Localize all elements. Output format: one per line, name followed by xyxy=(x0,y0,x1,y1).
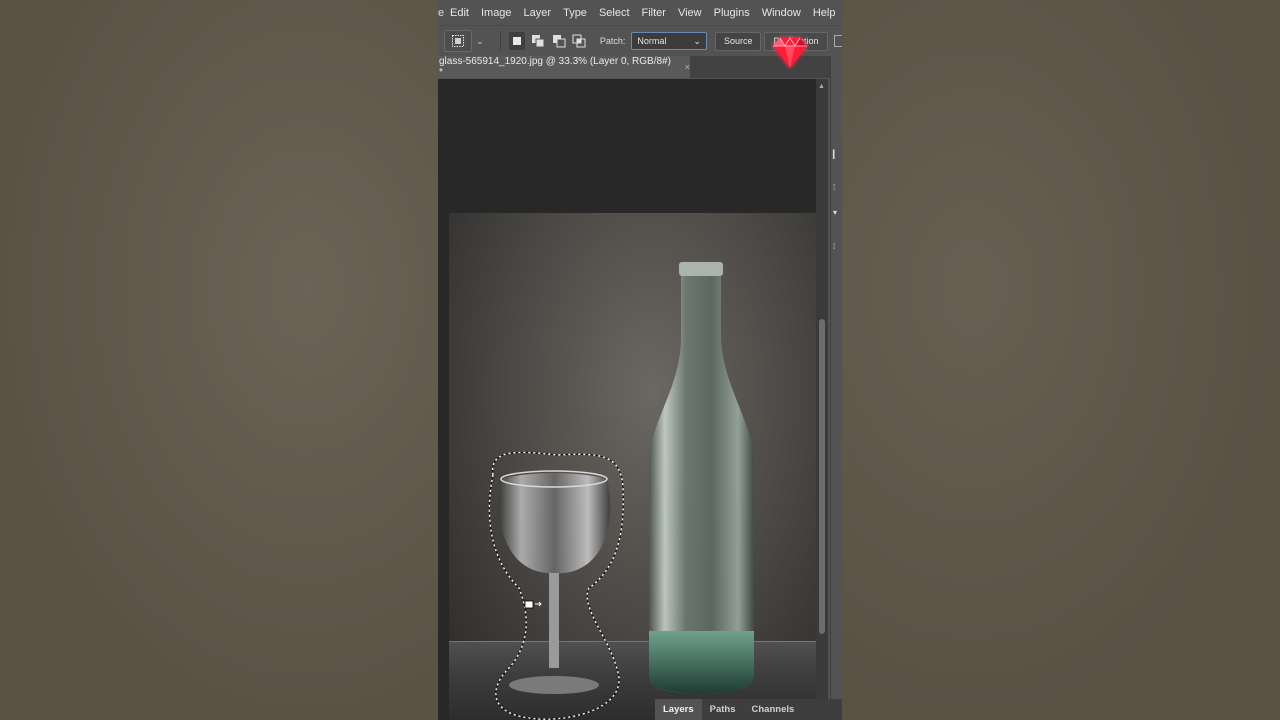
subtract-selection-button[interactable] xyxy=(550,32,567,50)
collapse-icon[interactable]: ▾ xyxy=(833,208,837,217)
document-canvas[interactable] xyxy=(449,213,816,720)
menu-item-type[interactable]: Type xyxy=(557,7,593,19)
intersect-selection-icon xyxy=(572,34,586,48)
photo-artwork xyxy=(488,262,754,720)
bottle-base xyxy=(649,631,754,693)
menu-bar: e Edit Image Layer Type Select Filter Vi… xyxy=(438,0,842,25)
menu-item-filter[interactable]: Filter xyxy=(636,7,672,19)
subtract-selection-icon xyxy=(552,35,566,48)
new-selection-button[interactable] xyxy=(508,32,526,50)
grip-icon[interactable]: ⁞ xyxy=(833,183,835,192)
menu-item-plugins[interactable]: Plugins xyxy=(708,7,756,19)
divider xyxy=(499,31,501,51)
menu-item-image[interactable]: Image xyxy=(475,7,518,19)
canvas-area[interactable] xyxy=(438,79,816,720)
menu-item-edit[interactable]: Edit xyxy=(444,7,475,19)
tab-layers[interactable]: Layers xyxy=(655,699,702,720)
transparent-checkbox[interactable] xyxy=(833,35,842,47)
vertical-scrollbar[interactable]: ▲ xyxy=(816,79,828,720)
add-to-selection-button[interactable] xyxy=(529,32,546,50)
menu-item-layer[interactable]: Layer xyxy=(518,7,558,19)
scroll-up-icon[interactable]: ▲ xyxy=(818,83,825,90)
scrollbar-thumb[interactable] xyxy=(819,319,825,634)
chevron-down-icon: ⌄ xyxy=(693,35,701,46)
wine-glass-bowl xyxy=(498,473,611,574)
patch-mode-value: Normal xyxy=(637,36,667,46)
patch-cursor-icon xyxy=(524,600,542,609)
wine-glass-foot xyxy=(509,676,599,694)
grip-icon[interactable]: ⁞ xyxy=(833,242,835,251)
menu-item-select[interactable]: Select xyxy=(593,7,636,19)
new-selection-icon xyxy=(513,37,522,45)
tab-paths[interactable]: Paths xyxy=(702,699,744,720)
tool-preset-picker[interactable] xyxy=(444,30,473,52)
tab-channels[interactable]: Channels xyxy=(744,699,803,720)
wine-glass-stem xyxy=(549,573,559,668)
source-button[interactable]: Source xyxy=(714,31,762,51)
panel-tab-bar: Layers Paths Channels xyxy=(655,699,842,720)
menu-item-view[interactable]: View xyxy=(672,7,708,19)
photoshop-window: e Edit Image Layer Type Select Filter Vi… xyxy=(438,0,842,720)
red-gem-logo xyxy=(773,37,807,68)
bottle-lip xyxy=(679,262,723,276)
document-title: glass-565914_1920.jpg @ 33.3% (Layer 0, … xyxy=(439,56,671,78)
panel-icon[interactable]: ▎ xyxy=(833,150,839,159)
patch-label: Patch: xyxy=(599,36,626,46)
add-selection-icon xyxy=(531,35,545,48)
patch-mode-select[interactable]: Normal ⌄ xyxy=(631,32,707,50)
patch-tool-icon xyxy=(452,35,465,47)
right-panel-strip: ▎ ⁞ ▾ ⁞ xyxy=(830,56,842,720)
chevron-down-icon[interactable]: ⌄ xyxy=(476,36,484,47)
intersect-selection-button[interactable] xyxy=(571,32,588,50)
background-blur-left xyxy=(0,0,438,720)
background-blur-right xyxy=(842,0,1280,720)
menu-item-window[interactable]: Window xyxy=(756,7,807,19)
close-icon[interactable]: × xyxy=(685,62,690,72)
bottle xyxy=(649,263,754,693)
menu-item-help[interactable]: Help xyxy=(807,7,842,19)
document-tab[interactable]: glass-565914_1920.jpg @ 33.3% (Layer 0, … xyxy=(438,56,690,78)
